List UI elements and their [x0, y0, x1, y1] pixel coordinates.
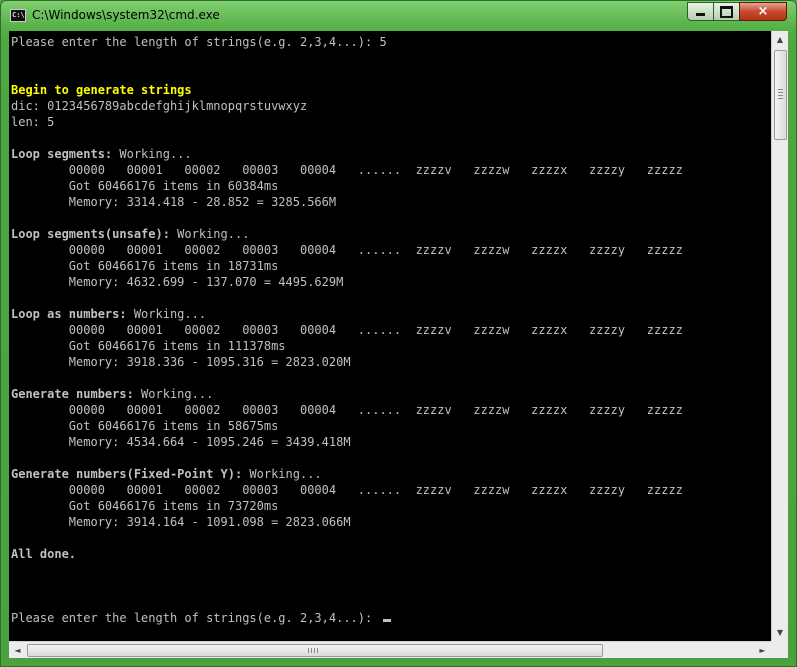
console-line: Got 60466176 items in 18731ms	[11, 258, 279, 274]
console-line-text: len: 5	[11, 115, 55, 129]
console-line-text: Memory: 3314.418 - 28.852 = 3285.566M	[11, 195, 337, 209]
maximize-button[interactable]	[713, 2, 740, 21]
scroll-down-button[interactable]: ▼	[772, 624, 788, 641]
console-line-text: Working...	[242, 467, 322, 481]
console-line: 00000 00001 00002 00003 00004 ...... zzz…	[11, 482, 683, 498]
console-line: Generate numbers(Fixed-Point Y): Working…	[11, 466, 322, 482]
console-line-text: All done.	[11, 547, 77, 561]
size-grip[interactable]	[771, 641, 788, 658]
console-line-text: Working...	[133, 387, 214, 401]
console-line-text: Got 60466176 items in 58675ms	[11, 419, 279, 433]
console-line-text: Memory: 3918.336 - 1095.316 = 2823.020M	[11, 355, 351, 369]
text-cursor	[383, 619, 392, 622]
minimize-button[interactable]	[687, 2, 714, 21]
vertical-scroll-thumb[interactable]	[774, 50, 787, 140]
console-line-text: Please enter the length of strings(e.g. …	[11, 611, 380, 625]
console-line: Loop segments(unsafe): Working...	[11, 226, 249, 242]
console-output[interactable]: Please enter the length of strings(e.g. …	[9, 31, 771, 641]
console-line-text: Memory: 3914.164 - 1091.098 = 2823.066M	[11, 515, 351, 529]
console-line: 00000 00001 00002 00003 00004 ...... zzz…	[11, 322, 683, 338]
close-button[interactable]: ×	[739, 2, 787, 21]
scroll-up-button[interactable]: ▲	[772, 31, 788, 48]
title-bar[interactable]: C:\ C:\Windows\system32\cmd.exe ×	[1, 1, 797, 31]
section-label: Generate numbers(Fixed-Point Y):	[11, 467, 243, 481]
console-line-text: Working...	[126, 307, 207, 321]
console-line: Generate numbers: Working...	[11, 386, 213, 402]
console-line: Please enter the length of strings(e.g. …	[11, 34, 387, 50]
console-line-text: Memory: 4632.699 - 137.070 = 4495.629M	[11, 275, 344, 289]
scroll-left-button[interactable]: ◄	[9, 642, 26, 658]
vertical-scrollbar[interactable]: ▲ ▼	[771, 31, 788, 641]
section-label: Loop segments:	[11, 147, 113, 161]
console-line: dic: 0123456789abcdefghijklmnopqrstuvwxy…	[11, 98, 307, 114]
console-line-text: Got 60466176 items in 73720ms	[11, 499, 279, 513]
horizontal-scroll-thumb[interactable]	[27, 644, 603, 657]
console-line-text: 00000 00001 00002 00003 00004 ...... zzz…	[11, 163, 683, 177]
console-line-text: dic: 0123456789abcdefghijklmnopqrstuvwxy…	[11, 99, 308, 113]
arrow-right-icon: ►	[759, 645, 766, 655]
console-line: 00000 00001 00002 00003 00004 ...... zzz…	[11, 402, 683, 418]
close-icon: ×	[757, 4, 769, 19]
arrow-down-icon: ▼	[776, 628, 784, 637]
section-label: Loop as numbers:	[11, 307, 127, 321]
console-line-text: Got 60466176 items in 18731ms	[11, 259, 279, 273]
console-line: Memory: 3314.418 - 28.852 = 3285.566M	[11, 194, 336, 210]
console-line: 00000 00001 00002 00003 00004 ...... zzz…	[11, 162, 683, 178]
console-line: All done.	[11, 546, 76, 562]
console-line: Memory: 3914.164 - 1091.098 = 2823.066M	[11, 514, 351, 530]
console-line-text: Got 60466176 items in 111378ms	[11, 339, 286, 353]
console-line-text: 00000 00001 00002 00003 00004 ...... zzz…	[11, 483, 683, 497]
maximize-icon	[720, 5, 733, 18]
minimize-icon	[696, 13, 705, 16]
console-line-text: Got 60466176 items in 60384ms	[11, 179, 279, 193]
console-window: C:\ C:\Windows\system32\cmd.exe × Please…	[0, 0, 797, 667]
arrow-up-icon: ▲	[776, 35, 784, 44]
console-line-text: Begin to generate strings	[11, 83, 192, 97]
console-line: Please enter the length of strings(e.g. …	[11, 610, 392, 626]
console-line-text: 00000 00001 00002 00003 00004 ...... zzz…	[11, 323, 683, 337]
console-line: Memory: 4534.664 - 1095.246 = 3439.418M	[11, 434, 351, 450]
console-line-text: 00000 00001 00002 00003 00004 ...... zzz…	[11, 243, 683, 257]
console-line-text: Memory: 4534.664 - 1095.246 = 3439.418M	[11, 435, 351, 449]
console-line-text: Working...	[169, 227, 250, 241]
console-line: 00000 00001 00002 00003 00004 ...... zzz…	[11, 242, 683, 258]
console-line-text: Please enter the length of strings(e.g. …	[11, 35, 387, 49]
console-line: Begin to generate strings	[11, 82, 192, 98]
console-line-text: Working...	[112, 147, 192, 161]
console-line: Loop segments: Working...	[11, 146, 192, 162]
console-line: Got 60466176 items in 73720ms	[11, 498, 279, 514]
section-label: Loop segments(unsafe):	[11, 227, 170, 241]
cmd-app-icon[interactable]: C:\	[10, 9, 26, 22]
window-title: C:\Windows\system32\cmd.exe	[32, 8, 220, 22]
console-line-text: 00000 00001 00002 00003 00004 ...... zzz…	[11, 403, 683, 417]
section-label: Generate numbers:	[11, 387, 134, 401]
console-line: Got 60466176 items in 111378ms	[11, 338, 286, 354]
console-line: Memory: 4632.699 - 137.070 = 4495.629M	[11, 274, 344, 290]
scroll-right-button[interactable]: ►	[754, 642, 771, 658]
console-line: Got 60466176 items in 60384ms	[11, 178, 279, 194]
console-line: Memory: 3918.336 - 1095.316 = 2823.020M	[11, 354, 351, 370]
console-line: Got 60466176 items in 58675ms	[11, 418, 279, 434]
horizontal-scrollbar[interactable]: ◄ ►	[9, 641, 771, 658]
console-line: len: 5	[11, 114, 54, 130]
arrow-left-icon: ◄	[14, 645, 21, 655]
console-line: Loop as numbers: Working...	[11, 306, 206, 322]
